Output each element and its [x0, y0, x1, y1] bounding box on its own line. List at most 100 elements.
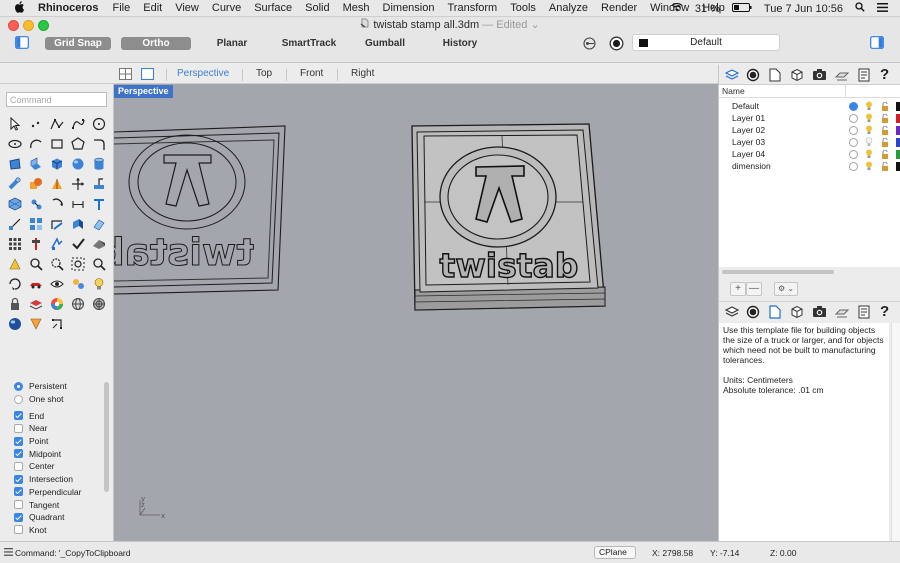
light-bulb-icon[interactable] — [865, 101, 873, 111]
rotate-icon[interactable] — [46, 194, 67, 214]
current-layer-radio[interactable] — [849, 126, 858, 135]
history-toggle[interactable]: History — [438, 37, 482, 50]
osnap-end[interactable]: End — [8, 409, 104, 422]
command-history-icon[interactable] — [4, 548, 13, 558]
unlock-icon[interactable] — [881, 149, 889, 159]
checkbox-quadrant[interactable] — [14, 512, 23, 522]
text-tool-icon[interactable] — [88, 194, 109, 214]
fillet-curve-icon[interactable] — [88, 134, 109, 154]
menu-dimension[interactable]: Dimension — [383, 2, 435, 14]
rotate-view-icon[interactable] — [4, 274, 25, 294]
camera-panel-icon[interactable] — [812, 305, 827, 321]
materials-icon[interactable] — [67, 274, 88, 294]
checkbox-tangent[interactable] — [14, 500, 23, 510]
tab-top[interactable]: Top — [256, 68, 272, 79]
stamp-model[interactable]: twistab — [411, 123, 606, 311]
edited-indicator[interactable]: — Edited ⌄ — [482, 19, 540, 31]
menu-curve[interactable]: Curve — [212, 2, 241, 14]
sidebar-toggle-icon[interactable] — [15, 36, 29, 52]
layer-color[interactable] — [896, 114, 900, 123]
panels-toggle-icon[interactable] — [870, 36, 884, 52]
cylinder-icon[interactable] — [88, 154, 109, 174]
polygon-icon[interactable] — [67, 134, 88, 154]
tab-right[interactable]: Right — [351, 68, 374, 79]
remove-layer-button[interactable]: — — [746, 282, 762, 296]
osnap-persistent[interactable]: Persistent — [8, 380, 104, 393]
current-layer-radio[interactable] — [849, 150, 858, 159]
move-arrows-icon[interactable] — [67, 174, 88, 194]
ellipse-icon[interactable] — [4, 134, 25, 154]
light-bulb-icon[interactable] — [865, 161, 873, 171]
zoom-extents-icon[interactable] — [67, 254, 88, 274]
layer-row-layer-03[interactable]: Layer 03 — [719, 136, 900, 148]
layers-panel-icon[interactable] — [724, 305, 740, 322]
osnap-intersection[interactable]: Intersection — [8, 473, 104, 486]
wifi-icon[interactable] — [671, 2, 683, 15]
target-icon[interactable] — [88, 294, 109, 314]
layer-row-default[interactable]: Default — [719, 100, 900, 112]
layer-color[interactable] — [896, 162, 900, 171]
current-layer-dropdown[interactable]: Default — [632, 34, 780, 51]
menu-surface[interactable]: Surface — [254, 2, 292, 14]
boolean-split-icon[interactable] — [46, 174, 67, 194]
radio-one-shot[interactable] — [14, 394, 23, 404]
unlock-icon[interactable] — [881, 125, 889, 135]
layer-color[interactable] — [896, 102, 900, 111]
osnap-center[interactable]: Center — [8, 460, 104, 473]
cplane-dropdown[interactable]: CPlane ⌄ — [594, 546, 636, 563]
checkbox-intersection[interactable] — [14, 474, 23, 484]
unlock-icon[interactable] — [881, 161, 889, 171]
viewport-canvas[interactable]: twistab twistab y z x — [114, 84, 718, 541]
light-bulb-icon[interactable] — [865, 125, 873, 135]
add-layer-button[interactable]: + — [730, 282, 746, 296]
cone-light-icon[interactable] — [25, 314, 46, 334]
unlock-icon[interactable] — [881, 113, 889, 123]
unlock-icon[interactable] — [881, 137, 889, 147]
layer-properties-icon[interactable] — [25, 294, 46, 314]
layer-options-button[interactable]: ⚙ ⌄ — [774, 282, 798, 296]
zoom-window-icon[interactable] — [25, 254, 46, 274]
globe-wireframe-icon[interactable] — [67, 294, 88, 314]
transform-points-icon[interactable] — [46, 314, 67, 334]
shade-icon[interactable] — [88, 234, 109, 254]
set-cplane-icon[interactable] — [88, 174, 109, 194]
layer-row-layer-01[interactable]: Layer 01 — [719, 112, 900, 124]
sphere-icon[interactable] — [67, 154, 88, 174]
notes-panel-icon[interactable] — [858, 304, 871, 322]
boolean-union-icon[interactable] — [25, 174, 46, 194]
battery-icon[interactable] — [731, 2, 752, 15]
light-bulb-icon[interactable] — [865, 113, 873, 123]
check-icon[interactable] — [67, 234, 88, 254]
object-panel-icon[interactable] — [790, 68, 804, 85]
perspective-viewport[interactable]: twistab twistab y z x Perspective — [114, 84, 718, 541]
checkbox-point[interactable] — [14, 436, 23, 446]
menu-solid[interactable]: Solid — [305, 2, 329, 14]
help-panel-icon[interactable]: ? — [880, 66, 889, 83]
osnap-near[interactable]: Near — [8, 422, 104, 435]
analyze-direction-icon[interactable] — [25, 234, 46, 254]
command-input[interactable] — [6, 92, 107, 107]
menu-edit[interactable]: Edit — [143, 2, 162, 14]
clock[interactable]: Tue 7 Jun 10:56 — [764, 3, 843, 15]
ortho-toggle[interactable]: Ortho — [121, 37, 191, 50]
eye-icon[interactable] — [46, 274, 67, 294]
sun-panel-icon[interactable] — [834, 68, 850, 85]
mesh-icon[interactable] — [4, 194, 25, 214]
osnap-knot[interactable]: Knot — [8, 524, 104, 537]
grid-array-icon[interactable] — [4, 234, 25, 254]
car-render-icon[interactable] — [25, 274, 46, 294]
checkbox-near[interactable] — [14, 423, 23, 433]
osnap-quadrant[interactable]: Quadrant — [8, 511, 104, 524]
layer-row-layer-04[interactable]: Layer 04 — [719, 148, 900, 160]
menu-view[interactable]: View — [175, 2, 199, 14]
record-icon[interactable] — [609, 36, 624, 54]
mirrored-stamp-model[interactable]: twistab — [114, 125, 286, 295]
display-panel-icon[interactable] — [746, 305, 760, 322]
light-bulb-icon[interactable] — [865, 149, 873, 159]
curve-from-object-icon[interactable] — [4, 214, 25, 234]
current-layer-radio[interactable] — [849, 114, 858, 123]
dimension-icon[interactable] — [67, 194, 88, 214]
checkbox-center[interactable] — [14, 461, 23, 471]
layer-name-column[interactable]: Name — [722, 85, 846, 98]
radio-persistent[interactable] — [14, 381, 23, 391]
